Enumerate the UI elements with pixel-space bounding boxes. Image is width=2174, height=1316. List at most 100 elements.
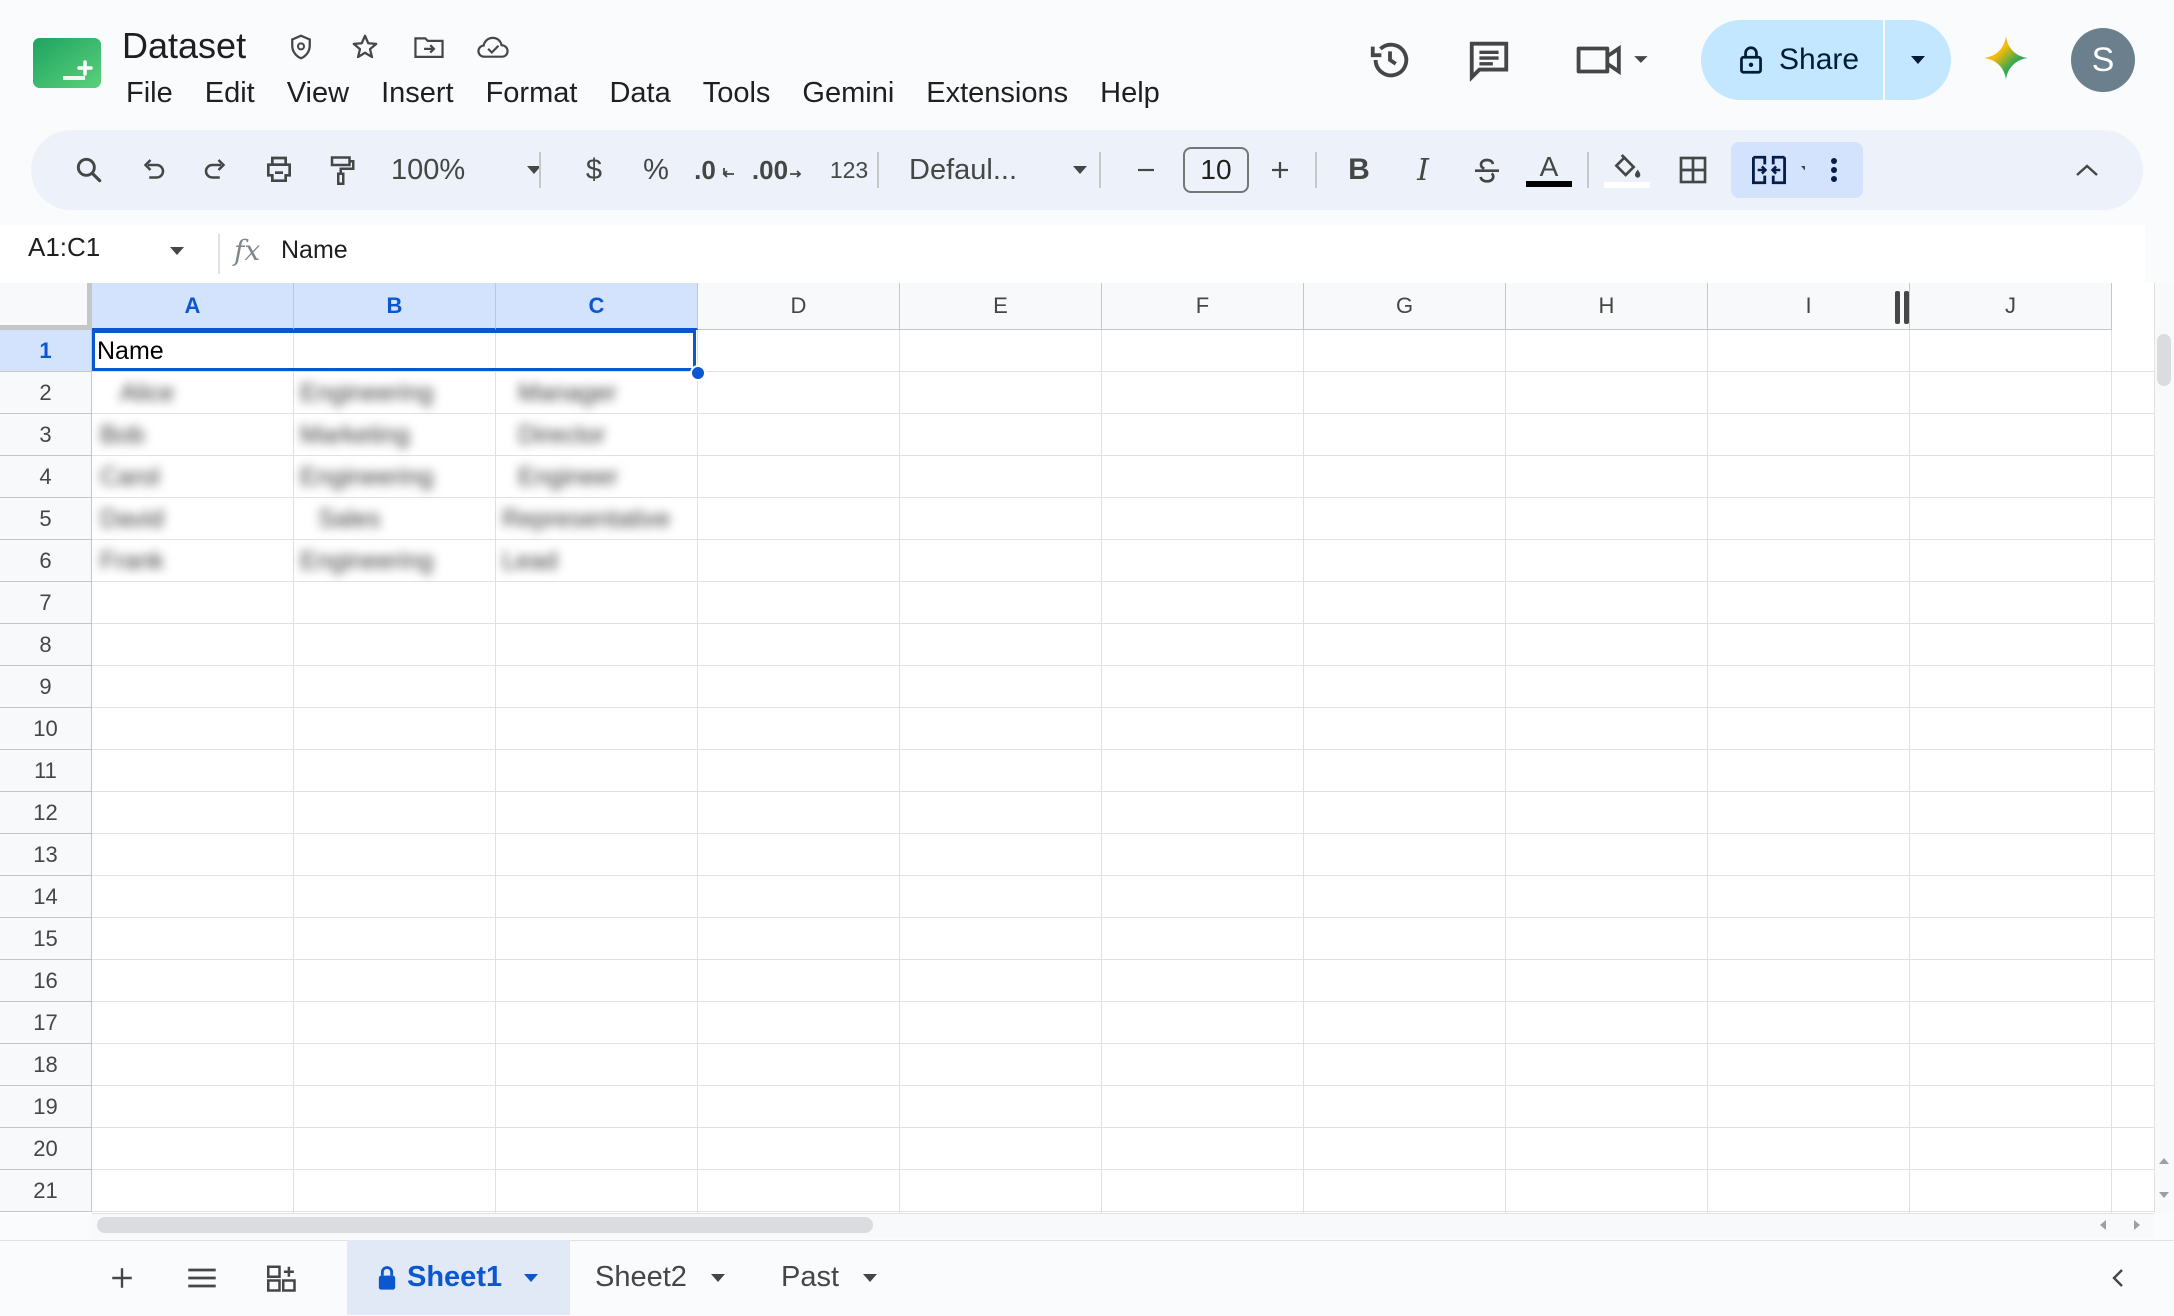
move-folder-icon[interactable] xyxy=(412,30,446,64)
name-box-dropdown-icon[interactable] xyxy=(168,246,186,256)
row-header-1[interactable]: 1 xyxy=(0,330,92,372)
sheet-tab-sheet1[interactable]: Sheet1 xyxy=(347,1240,570,1315)
sheet-tab-sheet2[interactable]: Sheet2 xyxy=(595,1240,745,1315)
row-header-6[interactable]: 6 xyxy=(0,540,92,582)
menu-view[interactable]: View xyxy=(271,72,365,114)
increase-decimal-button[interactable]: .00 xyxy=(749,142,811,198)
row-header-2[interactable]: 2 xyxy=(0,372,92,414)
meet-icon[interactable] xyxy=(1570,32,1660,88)
row-header-7[interactable]: 7 xyxy=(0,582,92,624)
cell-c2[interactable]: Manager xyxy=(518,378,617,408)
column-header-b[interactable]: B xyxy=(294,283,496,330)
account-avatar[interactable]: S xyxy=(2071,28,2135,92)
chevron-down-icon[interactable] xyxy=(522,1273,540,1283)
column-header-d[interactable]: D xyxy=(698,283,900,330)
cell-b5[interactable]: Sales xyxy=(318,504,381,534)
scroll-up-icon[interactable] xyxy=(2158,1156,2170,1166)
column-header-h[interactable]: H xyxy=(1506,283,1708,330)
column-header-c[interactable]: C xyxy=(496,283,698,330)
search-menus-icon[interactable] xyxy=(61,142,117,198)
row-header-4[interactable]: 4 xyxy=(0,456,92,498)
add-sheet-icon[interactable] xyxy=(96,1252,148,1304)
row-header-19[interactable]: 19 xyxy=(0,1086,92,1128)
row-header-14[interactable]: 14 xyxy=(0,876,92,918)
move-doc-icon[interactable] xyxy=(284,30,318,64)
row-header-10[interactable]: 10 xyxy=(0,708,92,750)
row-header-12[interactable]: 12 xyxy=(0,792,92,834)
side-panel-toggle-icon[interactable] xyxy=(2092,1252,2144,1304)
spreadsheet-grid[interactable]: ABCDEFGHIJ 1 2 3 4 5 6 7 8 9 10 11 12 13 14 15 16 17 18 19… xyxy=(0,283,2154,1213)
cell-b3[interactable]: Marketing xyxy=(300,420,410,450)
sheet-tab-past[interactable]: Past xyxy=(781,1240,901,1315)
star-icon[interactable] xyxy=(348,30,382,64)
column-header-f[interactable]: F xyxy=(1102,283,1304,330)
comments-icon[interactable] xyxy=(1461,32,1517,88)
cell-c4[interactable]: Engineer xyxy=(518,462,618,492)
chevron-down-icon[interactable] xyxy=(709,1273,727,1283)
gemini-icon[interactable] xyxy=(1978,30,2034,86)
row-header-13[interactable]: 13 xyxy=(0,834,92,876)
cell-a4[interactable]: Carol xyxy=(100,462,160,492)
redo-icon[interactable] xyxy=(188,142,244,198)
menu-gemini[interactable]: Gemini xyxy=(786,72,910,114)
menu-edit[interactable]: Edit xyxy=(189,72,271,114)
print-icon[interactable] xyxy=(251,142,307,198)
menu-insert[interactable]: Insert xyxy=(365,72,470,114)
sheets-logo-icon[interactable] xyxy=(33,38,101,88)
strikethrough-icon[interactable] xyxy=(1459,142,1515,198)
chevron-down-icon[interactable] xyxy=(861,1273,879,1283)
fill-color-icon[interactable] xyxy=(1599,142,1655,198)
row-header-17[interactable]: 17 xyxy=(0,1002,92,1044)
row-header-16[interactable]: 16 xyxy=(0,960,92,1002)
menu-file[interactable]: File xyxy=(110,72,189,114)
column-header-e[interactable]: E xyxy=(900,283,1102,330)
share-button[interactable]: Share xyxy=(1701,20,1951,100)
row-header-21[interactable]: 21 xyxy=(0,1170,92,1212)
cell-a6[interactable]: Frank xyxy=(100,546,164,576)
collapse-toolbar-icon[interactable] xyxy=(2059,142,2115,198)
bold-button[interactable]: B xyxy=(1331,142,1387,198)
paint-format-icon[interactable] xyxy=(314,142,370,198)
menu-data[interactable]: Data xyxy=(593,72,686,114)
share-dropdown-icon[interactable] xyxy=(1885,20,1951,100)
row-header-18[interactable]: 18 xyxy=(0,1044,92,1086)
cell-b2[interactable]: Engineering xyxy=(300,378,433,408)
font-select[interactable]: Defaul... xyxy=(899,142,1099,198)
sheet-explore-icon[interactable] xyxy=(256,1252,308,1304)
cloud-saved-icon[interactable] xyxy=(476,30,510,64)
cell-a1[interactable]: Name xyxy=(97,336,164,366)
column-header-i[interactable]: I xyxy=(1708,283,1910,330)
row-header-3[interactable]: 3 xyxy=(0,414,92,456)
row-header-8[interactable]: 8 xyxy=(0,624,92,666)
currency-format-button[interactable]: $ xyxy=(569,142,619,198)
font-size-input[interactable]: 10 xyxy=(1183,147,1249,193)
cell-b6[interactable]: Engineering xyxy=(300,546,433,576)
cell-a3[interactable]: Bob xyxy=(100,420,144,450)
column-header-a[interactable]: A xyxy=(92,283,294,330)
cell-c6[interactable]: Lead xyxy=(502,546,558,576)
formula-input[interactable]: Name xyxy=(281,236,348,265)
borders-icon[interactable] xyxy=(1665,142,1721,198)
decrease-font-size-button[interactable] xyxy=(1121,142,1171,198)
percent-format-button[interactable]: % xyxy=(631,142,681,198)
vertical-scroll-thumb[interactable] xyxy=(2157,334,2171,386)
zoom-select[interactable]: 100% xyxy=(383,142,551,198)
menu-extensions[interactable]: Extensions xyxy=(910,72,1084,114)
decrease-decimal-button[interactable]: .0 xyxy=(687,142,743,198)
document-title[interactable]: Dataset xyxy=(122,24,246,68)
column-resize-handle[interactable] xyxy=(1895,291,1909,324)
scroll-right-icon[interactable] xyxy=(2132,1219,2142,1231)
more-formats-button[interactable]: 123 xyxy=(821,142,877,198)
cell-a2[interactable]: Alice xyxy=(120,378,174,408)
cell-c5[interactable]: Representative xyxy=(502,504,670,534)
menu-format[interactable]: Format xyxy=(470,72,594,114)
row-header-15[interactable]: 15 xyxy=(0,918,92,960)
row-header-11[interactable]: 11 xyxy=(0,750,92,792)
all-sheets-icon[interactable] xyxy=(176,1252,228,1304)
cell-b4[interactable]: Engineering xyxy=(300,462,433,492)
column-header-g[interactable]: G xyxy=(1304,283,1506,330)
history-icon[interactable] xyxy=(1362,32,1418,88)
fill-handle[interactable] xyxy=(690,365,706,381)
cell-c3[interactable]: Director xyxy=(518,420,606,450)
row-header-20[interactable]: 20 xyxy=(0,1128,92,1170)
